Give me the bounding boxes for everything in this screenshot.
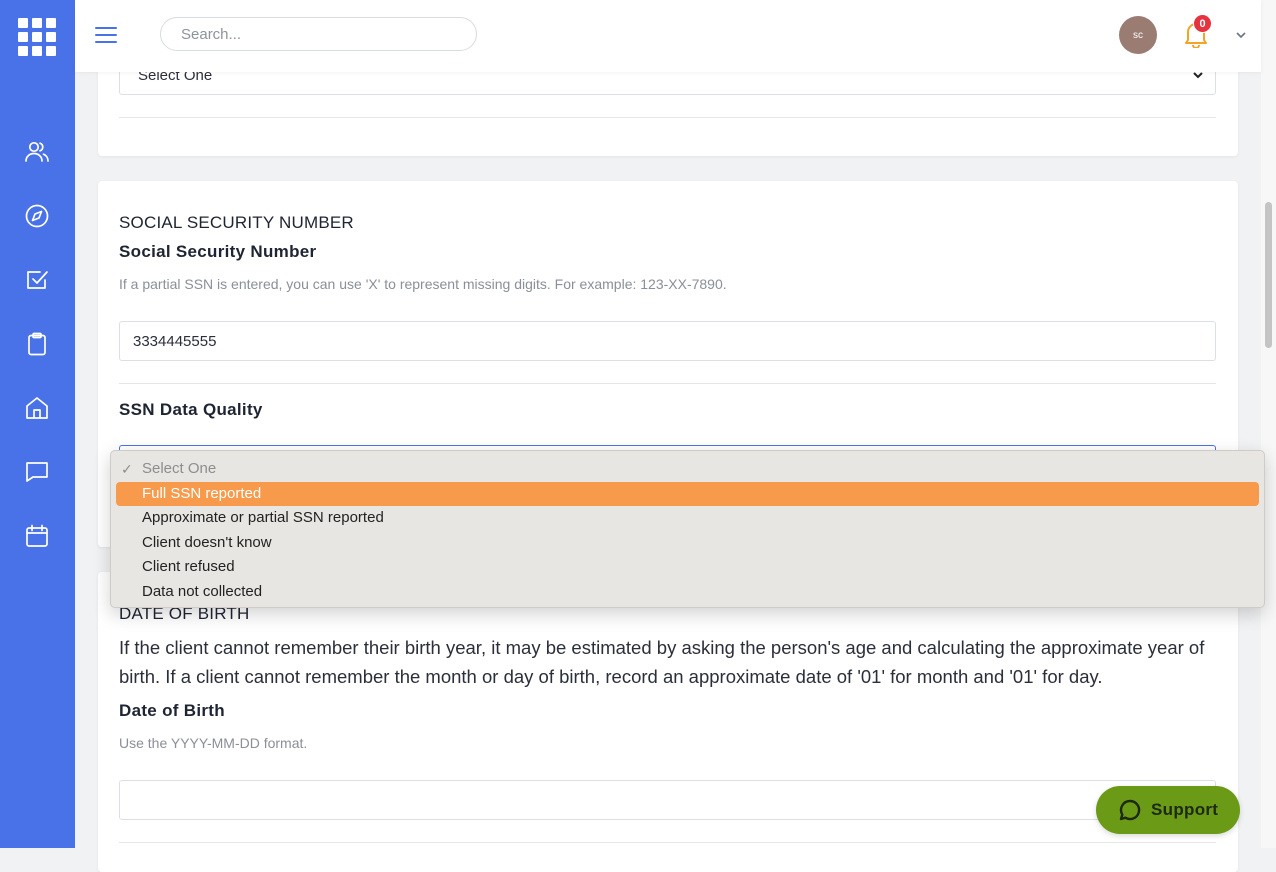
- dob-input[interactable]: [119, 780, 1216, 820]
- dropdown-option-full-ssn[interactable]: Full SSN reported: [116, 481, 1259, 507]
- dob-instructions: If the client cannot remember their birt…: [119, 637, 1205, 687]
- option-label: Select One: [142, 460, 217, 477]
- option-label: Client doesn't know: [142, 533, 272, 551]
- ssn-quality-label: SSN Data Quality: [119, 400, 263, 419]
- users-icon[interactable]: [24, 139, 50, 165]
- scrollbar-thumb[interactable]: [1265, 202, 1272, 348]
- chat-icon[interactable]: [24, 459, 50, 485]
- dropdown-option-partial-ssn[interactable]: Approximate or partial SSN reported: [116, 506, 1259, 531]
- ssn-quality-dropdown: ✓ Select One Full SSN reported Approxima…: [110, 450, 1265, 608]
- compass-icon[interactable]: [24, 203, 50, 229]
- option-label: Data not collected: [142, 582, 263, 600]
- dob-label: Date of Birth: [119, 701, 225, 720]
- option-label: Full SSN reported: [142, 484, 262, 502]
- divider: [119, 842, 1216, 843]
- divider: [119, 383, 1216, 384]
- divider: [119, 117, 1216, 118]
- dropdown-option-select-one: ✓ Select One: [116, 457, 1259, 482]
- dropdown-option-doesnt-know[interactable]: Client doesn't know: [116, 531, 1259, 556]
- option-label: Client refused: [142, 558, 235, 576]
- ssn-label: Social Security Number: [119, 242, 317, 261]
- support-label: Support: [1151, 800, 1219, 819]
- option-label: Approximate or partial SSN reported: [142, 509, 384, 527]
- home-icon[interactable]: [24, 395, 50, 421]
- ssn-input[interactable]: [119, 321, 1216, 361]
- page-scrollbar[interactable]: [1261, 0, 1276, 848]
- dropdown-option-not-collected[interactable]: Data not collected: [116, 580, 1259, 605]
- apps-grid-icon[interactable]: [18, 18, 58, 58]
- calendar-icon[interactable]: [24, 523, 50, 549]
- section-title-ssn: SOCIAL SECURITY NUMBER: [119, 213, 354, 232]
- notification-badge: 0: [1193, 14, 1212, 33]
- hamburger-icon[interactable]: [95, 24, 119, 46]
- dob-card: DATE OF BIRTH If the client cannot remem…: [98, 572, 1238, 872]
- checkbox-icon[interactable]: [24, 267, 50, 293]
- dob-help-text: Use the YYYY-MM-DD format.: [119, 735, 308, 751]
- dropdown-option-refused[interactable]: Client refused: [116, 555, 1259, 580]
- support-chat-icon: [1119, 799, 1141, 821]
- chevron-down-icon[interactable]: [1235, 28, 1247, 40]
- sidebar: [0, 0, 75, 848]
- search-input[interactable]: [160, 17, 477, 51]
- ssn-help-text: If a partial SSN is entered, you can use…: [119, 276, 727, 292]
- top-navbar: sc 0: [75, 0, 1261, 72]
- checkmark-icon: ✓: [121, 461, 133, 477]
- clipboard-icon[interactable]: [24, 331, 50, 357]
- avatar[interactable]: sc: [1119, 16, 1157, 54]
- support-button[interactable]: Support: [1096, 786, 1240, 834]
